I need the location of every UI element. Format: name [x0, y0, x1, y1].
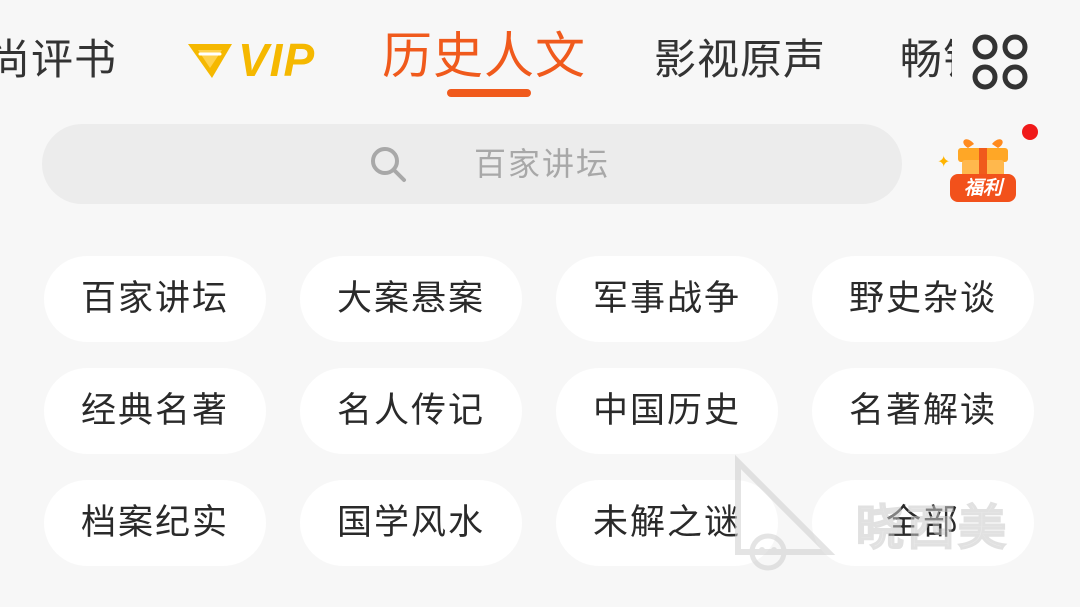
- search-icon: [371, 147, 406, 182]
- tab-film-soundtrack[interactable]: 影视原声: [654, 30, 826, 90]
- category-chip[interactable]: 百家讲坛: [44, 256, 266, 342]
- category-chip-all[interactable]: 全部: [812, 480, 1034, 566]
- category-chip[interactable]: 大案悬案: [300, 256, 522, 342]
- category-chip[interactable]: 名著解读: [812, 368, 1034, 454]
- vip-crown-icon: [188, 44, 232, 78]
- category-chip[interactable]: 未解之谜: [556, 480, 778, 566]
- search-placeholder: 百家讲坛: [474, 145, 611, 183]
- category-chip[interactable]: 经典名著: [44, 368, 266, 454]
- category-chip[interactable]: 军事战争: [556, 256, 778, 342]
- category-chip[interactable]: 名人传记: [300, 368, 522, 454]
- tab-vip-label: VIP: [238, 34, 316, 86]
- category-chip[interactable]: 国学风水: [300, 480, 522, 566]
- notification-dot: [1022, 124, 1038, 140]
- tab-vip[interactable]: VIP: [186, 30, 315, 90]
- gift-label: 福利: [950, 174, 1016, 202]
- category-tab-bar: 尚评书 VIP 历史人文 影视原声 畅销: [0, 0, 1080, 110]
- four-dots-grid-icon: [972, 34, 1028, 90]
- category-chip[interactable]: 档案纪实: [44, 480, 266, 566]
- search-input[interactable]: 百家讲坛: [42, 124, 902, 204]
- category-chip[interactable]: 野史杂谈: [812, 256, 1034, 342]
- tab-history-culture[interactable]: 历史人文: [382, 26, 586, 86]
- tab-pingshu[interactable]: 尚评书: [0, 30, 117, 90]
- category-chip[interactable]: 中国历史: [556, 368, 778, 454]
- all-channels-button[interactable]: [952, 14, 1048, 104]
- active-tab-indicator: [447, 89, 531, 97]
- welfare-gift-button[interactable]: ✦ 福利: [934, 124, 1038, 210]
